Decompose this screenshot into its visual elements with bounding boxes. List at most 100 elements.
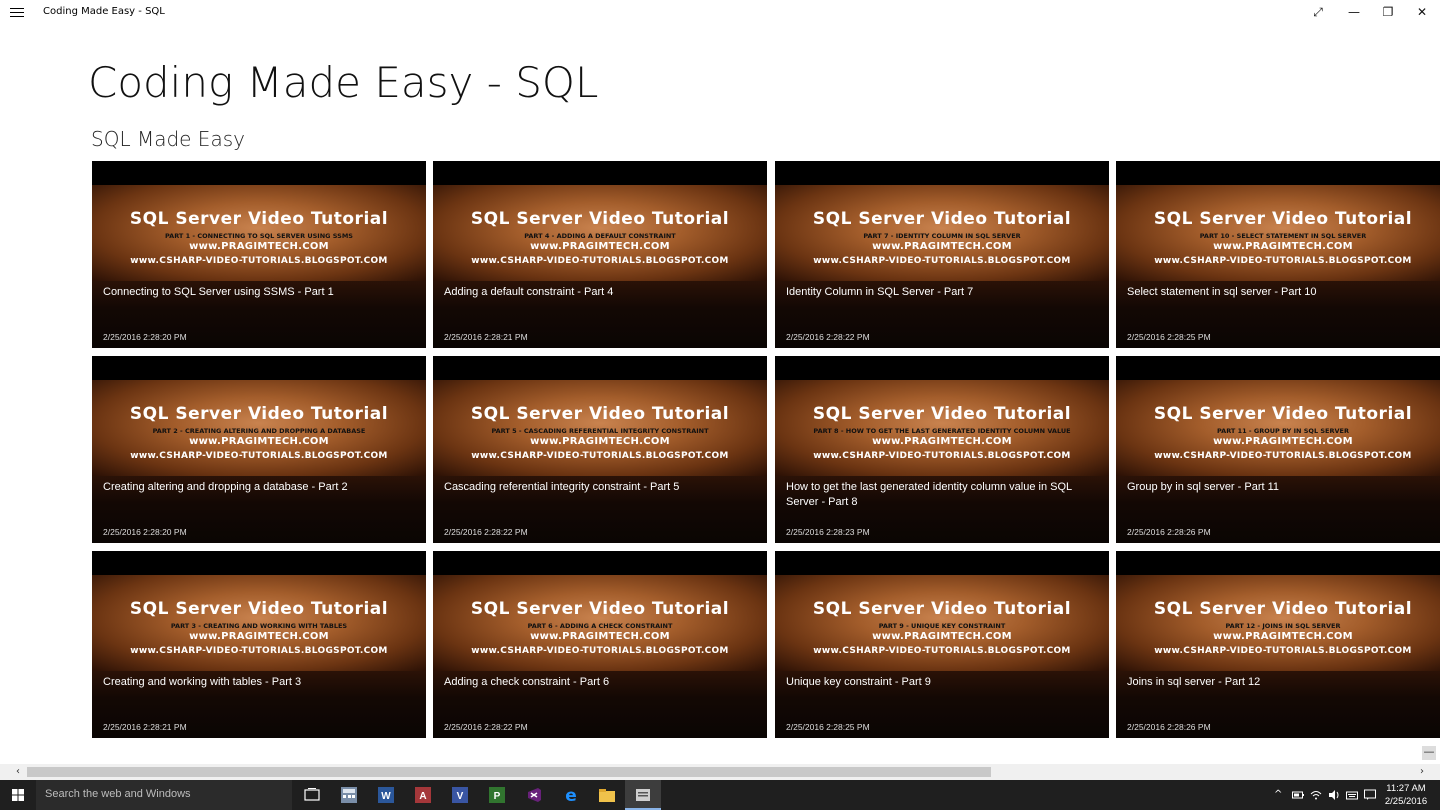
thumbnail-heading: SQL Server Video Tutorial [812, 404, 1072, 424]
volume-icon[interactable] [1328, 789, 1340, 804]
close-button[interactable]: ✕ [1410, 2, 1434, 22]
video-thumbnail: SQL Server Video Tutorial Part 12 - Joins… [1116, 575, 1440, 671]
thumbnail-heading: SQL Server Video Tutorial [129, 404, 389, 424]
start-button[interactable] [0, 780, 36, 810]
taskbar-clock[interactable]: 11:27 AM 2/25/2016 [1384, 782, 1428, 808]
video-tile[interactable]: SQL Server Video Tutorial Part 9 - Unique… [775, 551, 1109, 738]
horizontal-scrollbar[interactable]: ‹ › [0, 764, 1440, 780]
tray-chevron-icon[interactable]: ^ [1274, 789, 1282, 800]
wifi-icon[interactable] [1310, 789, 1322, 804]
file-explorer-icon[interactable] [597, 785, 617, 805]
thumbnail-site: www.PRAGIMTECH.COM [189, 241, 329, 252]
thumbnail-subtitle: Part 1 - Connecting to SQL Server using … [165, 232, 353, 240]
video-tile[interactable]: SQL Server Video Tutorial Part 7 - Identi… [775, 161, 1109, 348]
visual-studio-icon[interactable] [524, 785, 544, 805]
thumbnail-site: www.PRAGIMTECH.COM [530, 631, 670, 642]
calculator-icon[interactable] [339, 785, 359, 805]
video-tile[interactable]: SQL Server Video Tutorial Part 11 - Group… [1116, 356, 1440, 543]
thumbnail-blog: www.CSHARP-VIDEO-TUTORIALS.BLOGSPOT.COM [471, 451, 729, 461]
task-view-icon[interactable] [302, 785, 322, 805]
video-date: 2/25/2016 2:28:22 PM [444, 527, 528, 537]
scroll-left-icon[interactable]: ‹ [10, 765, 26, 779]
minimize-button[interactable]: — [1342, 2, 1366, 22]
video-thumbnail: SQL Server Video Tutorial Part 5 - Cascad… [433, 380, 767, 476]
project-icon[interactable]: P [487, 785, 507, 805]
svg-text:P: P [494, 791, 501, 802]
visio-icon[interactable]: V [450, 785, 470, 805]
notifications-icon[interactable] [1364, 789, 1376, 804]
restore-button[interactable]: ❐ [1376, 2, 1400, 22]
scroll-right-icon[interactable]: › [1414, 765, 1430, 779]
video-date: 2/25/2016 2:28:21 PM [444, 332, 528, 342]
thumbnail-blog: www.CSHARP-VIDEO-TUTORIALS.BLOGSPOT.COM [813, 646, 1071, 656]
thumbnail-subtitle: Part 3 - Creating and working with table… [170, 622, 348, 630]
video-date: 2/25/2016 2:28:26 PM [1127, 527, 1211, 537]
taskbar-search-box[interactable]: Search the web and Windows [36, 780, 292, 810]
thumbnail-site: www.PRAGIMTECH.COM [872, 241, 1012, 252]
video-thumbnail: SQL Server Video Tutorial Part 1 - Connec… [92, 185, 426, 281]
thumbnail-site: www.PRAGIMTECH.COM [1213, 241, 1353, 252]
video-thumbnail: SQL Server Video Tutorial Part 11 - Group… [1116, 380, 1440, 476]
thumbnail-heading: SQL Server Video Tutorial [470, 209, 730, 229]
thumbnail-subtitle: Part 2 - Creating altering and dropping … [152, 427, 366, 435]
title-bar: Coding Made Easy - SQL ⤢ — ❐ ✕ [0, 0, 1440, 26]
thumbnail-heading: SQL Server Video Tutorial [1153, 404, 1413, 424]
battery-icon[interactable] [1292, 789, 1304, 804]
video-date: 2/25/2016 2:28:20 PM [103, 527, 187, 537]
video-thumbnail: SQL Server Video Tutorial Part 9 - Unique… [775, 575, 1109, 671]
video-title: Adding a default constraint - Part 4 [444, 286, 614, 298]
thumbnail-blog: www.CSHARP-VIDEO-TUTORIALS.BLOGSPOT.COM [471, 646, 729, 656]
video-tile[interactable]: SQL Server Video Tutorial Part 6 - Adding… [433, 551, 767, 738]
edge-icon[interactable]: e [561, 785, 581, 806]
thumbnail-heading: SQL Server Video Tutorial [129, 209, 389, 229]
video-tile[interactable]: SQL Server Video Tutorial Part 1 - Connec… [92, 161, 426, 348]
svg-text:A: A [419, 791, 426, 802]
collapse-button[interactable]: — [1422, 746, 1436, 760]
thumbnail-blog: www.CSHARP-VIDEO-TUTORIALS.BLOGSPOT.COM [1154, 451, 1412, 461]
thumbnail-blog: www.CSHARP-VIDEO-TUTORIALS.BLOGSPOT.COM [1154, 256, 1412, 266]
thumbnail-site: www.PRAGIMTECH.COM [1213, 631, 1353, 642]
video-date: 2/25/2016 2:28:26 PM [1127, 722, 1211, 732]
video-thumbnail: SQL Server Video Tutorial Part 10 - Selec… [1116, 185, 1440, 281]
video-tile[interactable]: SQL Server Video Tutorial Part 3 - Creati… [92, 551, 426, 738]
thumbnail-blog: www.CSHARP-VIDEO-TUTORIALS.BLOGSPOT.COM [130, 646, 388, 656]
thumbnail-heading: SQL Server Video Tutorial [470, 404, 730, 424]
video-tile[interactable]: SQL Server Video Tutorial Part 5 - Cascad… [433, 356, 767, 543]
search-placeholder: Search the web and Windows [45, 788, 191, 800]
video-tile[interactable]: SQL Server Video Tutorial Part 10 - Selec… [1116, 161, 1440, 348]
video-title: How to get the last generated identity c… [786, 481, 1072, 508]
scrollbar-thumb[interactable] [27, 767, 991, 777]
video-tile[interactable]: SQL Server Video Tutorial Part 8 - How to… [775, 356, 1109, 543]
video-tile[interactable]: SQL Server Video Tutorial Part 2 - Creati… [92, 356, 426, 543]
thumbnail-site: www.PRAGIMTECH.COM [872, 436, 1012, 447]
hamburger-menu-icon[interactable] [10, 6, 24, 18]
video-tile[interactable]: SQL Server Video Tutorial Part 12 - Joins… [1116, 551, 1440, 738]
video-thumbnail: SQL Server Video Tutorial Part 6 - Adding… [433, 575, 767, 671]
clock-date: 2/25/2016 [1384, 796, 1428, 807]
thumbnail-site: www.PRAGIMTECH.COM [189, 436, 329, 447]
section-title: SQL Made Easy [91, 127, 245, 151]
thumbnail-heading: SQL Server Video Tutorial [470, 599, 730, 619]
svg-text:V: V [457, 791, 464, 802]
keyboard-icon[interactable] [1346, 789, 1358, 804]
sql-app-icon [636, 789, 650, 801]
svg-text:e: e [565, 786, 577, 805]
access-icon[interactable]: A [413, 785, 433, 805]
video-title: Creating and working with tables - Part … [103, 676, 302, 688]
video-date: 2/25/2016 2:28:22 PM [444, 722, 528, 732]
thumbnail-site: www.PRAGIMTECH.COM [530, 436, 670, 447]
thumbnail-heading: SQL Server Video Tutorial [1153, 599, 1413, 619]
fullscreen-icon[interactable]: ⤢ [1306, 2, 1330, 22]
video-date: 2/25/2016 2:28:22 PM [786, 332, 870, 342]
video-title: Select statement in sql server - Part 10 [1127, 286, 1317, 298]
video-title: Adding a check constraint - Part 6 [444, 676, 610, 688]
video-date: 2/25/2016 2:28:25 PM [1127, 332, 1211, 342]
thumbnail-blog: www.CSHARP-VIDEO-TUTORIALS.BLOGSPOT.COM [471, 256, 729, 266]
page-title: Coding Made Easy - SQL [88, 58, 599, 107]
thumbnail-subtitle: Part 5 - Cascading referential integrity… [491, 427, 709, 435]
video-title: Connecting to SQL Server using SSMS - Pa… [103, 286, 334, 298]
word-icon[interactable]: W [376, 785, 396, 805]
video-tile[interactable]: SQL Server Video Tutorial Part 4 - Adding… [433, 161, 767, 348]
sql-app-taskbar-button[interactable] [625, 780, 661, 810]
taskbar: Search the web and Windows W A V P e ^ 1… [0, 780, 1440, 810]
